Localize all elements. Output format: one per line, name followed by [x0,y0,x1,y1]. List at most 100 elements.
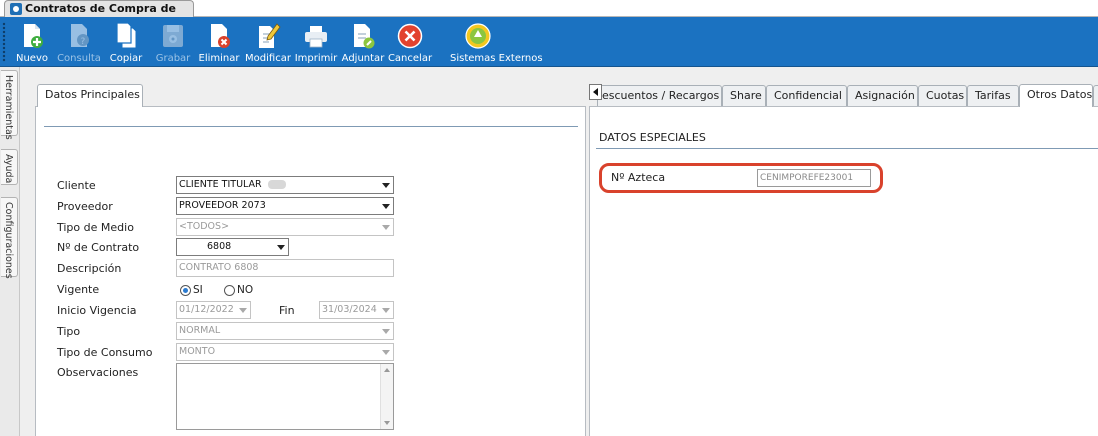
cliente-value: CLIENTE TITULAR [179,179,262,190]
inicio-vigencia-value: 01/12/2022 [179,304,234,315]
cancel-x-icon [397,23,423,49]
print-button[interactable]: Imprimir [295,20,337,65]
chevron-down-icon [277,245,285,250]
side-tab-strip: Herramientas Ayuda Configuraciones [0,67,20,436]
tipo-value: NORMAL [179,325,221,336]
save-button[interactable]: Grabar [156,20,190,65]
tab-share-label: Share [730,89,762,102]
attach-icon [354,24,375,49]
descripcion-input[interactable]: CONTRATO 6808 [176,259,394,277]
tab-tarifas-label: Tarifas [975,89,1011,102]
tab-confidencial-label: Confidencial [774,89,842,102]
doc-edit-pencil-icon [259,23,281,48]
tipo-consumo-label: Tipo de Consumo [57,346,153,359]
chevron-down-icon [382,183,390,188]
tab-scroll-left-button[interactable] [589,84,602,100]
section-title: DATOS ESPECIALES [599,131,706,144]
proveedor-label: Proveedor [57,200,113,213]
delete-button[interactable]: Eliminar [199,20,239,65]
side-tab-configuraciones[interactable]: Configuraciones [1,197,18,279]
query-button[interactable]: ? Consulta [57,20,101,65]
scroll-down-icon[interactable] [384,421,390,425]
section-title-underline [596,148,1098,149]
section-divider [44,126,578,127]
contrato-value: 6808 [207,241,232,252]
scroll-up-icon[interactable] [384,368,390,372]
tab-overflow[interactable] [1093,85,1098,107]
tab-descuentos-recargos-label: escuentos / Recargos [602,89,720,102]
app-logo-icon [10,3,22,15]
observaciones-textarea[interactable] [176,363,394,430]
side-tab-herramientas[interactable]: Herramientas [1,70,18,140]
vigente-no-label: NO [237,284,254,296]
inicio-vigencia-date[interactable]: 01/12/2022 [176,301,251,319]
tipo-medio-value: <TODOS> [179,221,230,232]
contrato-select[interactable]: 6808 [176,238,289,256]
tipo-consumo-select[interactable]: MONTO [176,343,394,361]
new-doc-plus-icon [24,24,43,48]
chevron-down-icon [382,204,390,209]
fin-date[interactable]: 31/03/2024 [319,301,394,319]
external-systems-icon [465,23,491,49]
cliente-select[interactable]: CLIENTE TITULAR [176,176,394,194]
tab-cuotas-label: Cuotas [926,89,965,102]
svg-text:?: ? [81,37,86,47]
tab-tarifas[interactable]: Tarifas [967,85,1019,107]
vigente-label: Vigente [57,283,100,296]
tipo-medio-select[interactable]: <TODOS> [176,218,394,236]
side-tab-ayuda-label: Ayuda [3,154,14,184]
tipo-select[interactable]: NORMAL [176,322,394,340]
side-tab-configuraciones-label: Configuraciones [3,202,14,279]
tab-descuentos-recargos[interactable]: escuentos / Recargos [597,85,722,107]
azteca-input[interactable]: CENIMPOREFE23001 [757,169,871,187]
modify-button[interactable]: Modificar [245,20,291,65]
chevron-down-icon [382,350,390,355]
external-systems-button[interactable]: Sistemas Externos [450,20,543,65]
cliente-label: Cliente [57,179,96,192]
inicio-vigencia-label: Inicio Vigencia [57,304,137,317]
tab-datos-principales[interactable]: Datos Principales [37,84,143,107]
copy-button[interactable]: Copiar [110,20,142,65]
tab-cuotas[interactable]: Cuotas [918,85,967,107]
fin-label: Fin [279,304,295,317]
doc-query-icon: ? [71,24,89,47]
tab-confidencial[interactable]: Confidencial [766,85,847,107]
azteca-value: CENIMPOREFE23001 [760,173,854,183]
document-tab[interactable]: Contratos de Compra de Medios [4,0,194,30]
azteca-label: Nº Azteca [611,171,666,184]
tab-datos-principales-label: Datos Principales [45,88,140,101]
new-button[interactable]: Nuevo [16,20,48,65]
chevron-down-icon [382,308,390,313]
doc-delete-icon [211,24,230,48]
attach-button[interactable]: Adjuntar [342,20,384,65]
proveedor-value: PROVEEDOR 2073 [179,200,266,211]
tab-asignacion[interactable]: Asignación [847,85,918,107]
scrollbar[interactable] [380,364,393,429]
cancel-button[interactable]: Cancelar [388,20,432,65]
vigente-no-radio[interactable] [224,285,235,296]
tipo-label: Tipo [57,325,81,338]
descripcion-label: Descripción [57,262,122,275]
chevron-down-icon [239,308,247,313]
tab-otros-datos[interactable]: Otros Datos [1019,84,1093,107]
external-systems-label: Sistemas Externos [450,53,543,64]
side-tab-herramientas-label: Herramientas [3,75,14,140]
proveedor-select[interactable]: PROVEEDOR 2073 [176,197,394,215]
tab-share[interactable]: Share [722,85,766,107]
chevron-left-icon [593,88,598,96]
tab-asignacion-label: Asignación [855,89,915,102]
window-titlebar: Contratos de Compra de Medios [0,0,1098,30]
save-disk-icon [163,25,183,47]
vigente-si-radio[interactable] [180,285,191,296]
tipo-medio-label: Tipo de Medio [57,221,134,234]
delete-label: Eliminar [198,53,240,64]
main-toolbar: Nuevo ? Consulta Copiar Grabar Eliminar [0,17,1098,67]
tab-otros-datos-label: Otros Datos [1027,88,1093,101]
observaciones-label: Observaciones [57,366,139,379]
fin-value: 31/03/2024 [322,304,377,315]
chevron-down-icon [382,225,390,230]
descripcion-value: CONTRATO 6808 [179,262,259,273]
contrato-label: Nº de Contrato [57,241,140,254]
printer-icon [305,26,327,48]
side-tab-ayuda[interactable]: Ayuda [1,149,18,185]
